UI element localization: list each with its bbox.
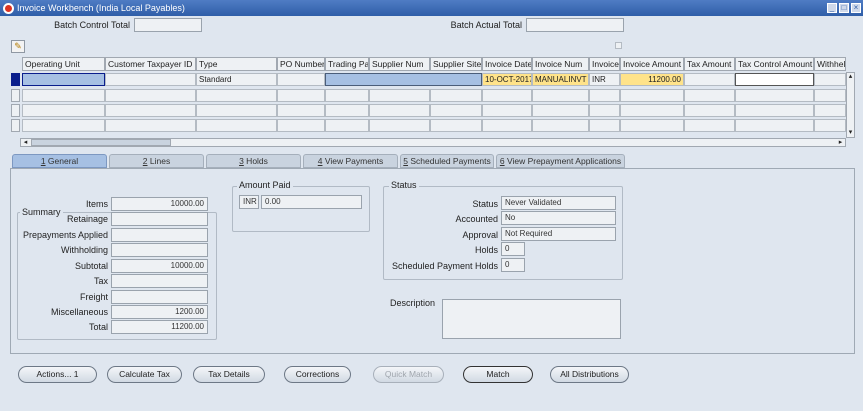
horizontal-scrollbar[interactable]: ◂ ▸ xyxy=(20,138,846,147)
tab-view-prepayment-applications[interactable]: 6 View Prepayment Applications xyxy=(496,154,625,168)
tax-label: Tax xyxy=(93,276,108,286)
col-header-type[interactable]: Type xyxy=(196,57,277,71)
col-header-trading-partner[interactable]: Trading Pa xyxy=(325,57,369,71)
tax-field[interactable] xyxy=(111,274,208,288)
subtotal-label: Subtotal xyxy=(74,261,108,271)
grid-checkbox[interactable] xyxy=(615,42,622,49)
items-field[interactable]: 10000.00 xyxy=(111,197,208,211)
folder-edit-icon[interactable]: ✎ xyxy=(11,40,25,53)
row-indicator[interactable] xyxy=(11,104,20,117)
cell-invoice-currency[interactable]: INR xyxy=(589,73,620,86)
description-label: Description xyxy=(390,298,436,308)
withholding-label: Withholding xyxy=(60,245,108,255)
row-indicator-current[interactable] xyxy=(11,73,20,86)
holds-field[interactable]: 0 xyxy=(501,242,525,256)
tab-holds[interactable]: 3 Holds xyxy=(206,154,301,168)
col-header-supplier-site[interactable]: Supplier Site xyxy=(430,57,482,71)
cell-operating-unit[interactable] xyxy=(22,73,105,86)
miscellaneous-label: Miscellaneous xyxy=(50,307,108,317)
cell-invoice-num[interactable]: MANUALINVT xyxy=(532,73,589,86)
cell-tax-amount[interactable] xyxy=(684,73,735,86)
batch-actual-total-field[interactable] xyxy=(526,18,624,32)
row-indicator[interactable] xyxy=(11,89,20,102)
scheduled-payment-holds-label: Scheduled Payment Holds xyxy=(391,261,498,271)
maximize-icon[interactable]: □ xyxy=(839,3,849,13)
cell-po-number[interactable] xyxy=(277,73,325,86)
tab-general[interactable]: 1 General xyxy=(12,154,107,168)
accounted-field[interactable]: No xyxy=(501,211,616,225)
cell-tax-control-amount[interactable] xyxy=(735,73,814,86)
tab-view-payments[interactable]: 4 View Payments xyxy=(303,154,398,168)
row-indicator[interactable] xyxy=(11,119,20,132)
actions-button[interactable]: Actions... 1 xyxy=(18,366,97,383)
approval-label: Approval xyxy=(462,230,498,240)
amount-paid-currency[interactable]: INR xyxy=(239,195,259,209)
cell-type[interactable]: Standard xyxy=(196,73,277,86)
window-titlebar: Invoice Workbench (India Local Payables)… xyxy=(0,0,863,16)
col-header-po-number[interactable]: PO Number xyxy=(277,57,325,71)
cell-supplier[interactable] xyxy=(325,73,482,86)
cell-customer-taxpayer-id[interactable] xyxy=(105,73,196,86)
miscellaneous-field[interactable]: 1200.00 xyxy=(111,305,208,319)
calculate-tax-button[interactable]: Calculate Tax xyxy=(107,366,182,383)
window-title: Invoice Workbench (India Local Payables) xyxy=(17,3,185,13)
cell-invoice-amount[interactable]: 11200.00 xyxy=(620,73,684,86)
tab-scheduled-payments[interactable]: 5 Scheduled Payments xyxy=(400,154,494,168)
freight-field[interactable] xyxy=(111,290,208,304)
all-distributions-button[interactable]: All Distributions xyxy=(550,366,629,383)
holds-label: Holds xyxy=(474,245,498,255)
prepayments-applied-field[interactable] xyxy=(111,228,208,242)
prepayments-applied-label: Prepayments Applied xyxy=(22,230,108,240)
minimize-icon[interactable]: _ xyxy=(827,3,837,13)
scroll-up-icon[interactable]: ▴ xyxy=(847,73,854,81)
accounted-label: Accounted xyxy=(455,214,498,224)
cell-withholding[interactable] xyxy=(814,73,846,86)
subtotal-field[interactable]: 10000.00 xyxy=(111,259,208,273)
status-label: Status xyxy=(472,199,498,209)
col-header-customer-taxpayer-id[interactable]: Customer Taxpayer ID xyxy=(105,57,196,71)
items-label: Items xyxy=(85,199,108,209)
col-header-supplier-num[interactable]: Supplier Num xyxy=(369,57,430,71)
col-header-invoice-num[interactable]: Invoice Num xyxy=(532,57,589,71)
batch-actual-total-label: Batch Actual Total xyxy=(450,20,522,30)
scroll-down-icon[interactable]: ▾ xyxy=(847,129,854,137)
withholding-field[interactable] xyxy=(111,243,208,257)
total-field[interactable]: 11200.00 xyxy=(111,320,208,334)
scroll-left-icon[interactable]: ◂ xyxy=(21,139,30,146)
description-field[interactable] xyxy=(442,299,621,339)
freight-label: Freight xyxy=(79,292,108,302)
match-button[interactable]: Match xyxy=(463,366,533,383)
tab-lines[interactable]: 2 Lines xyxy=(109,154,204,168)
scroll-thumb[interactable] xyxy=(31,139,171,146)
tax-details-button[interactable]: Tax Details xyxy=(193,366,265,383)
oracle-logo-icon xyxy=(3,2,14,14)
col-header-invoice-amount[interactable]: Invoice Amount xyxy=(620,57,684,71)
col-header-operating-unit[interactable]: Operating Unit xyxy=(22,57,105,71)
close-icon[interactable]: × xyxy=(851,3,861,13)
col-header-tax-amount[interactable]: Tax Amount xyxy=(684,57,735,71)
scroll-right-icon[interactable]: ▸ xyxy=(836,139,845,146)
retainage-field[interactable] xyxy=(111,212,208,226)
col-header-invoice-currency[interactable]: Invoice xyxy=(589,57,620,71)
retainage-label: Retainage xyxy=(66,214,108,224)
amount-paid-title: Amount Paid xyxy=(237,180,293,190)
batch-control-total-label: Batch Control Total xyxy=(54,20,130,30)
vertical-scrollbar[interactable]: ▴ ▾ xyxy=(846,72,855,138)
col-header-invoice-date[interactable]: Invoice Date xyxy=(482,57,532,71)
status-field[interactable]: Never Validated xyxy=(501,196,616,210)
status-title: Status xyxy=(389,180,419,190)
cell-invoice-date[interactable]: 10-OCT-2017 xyxy=(482,73,532,86)
amount-paid-value[interactable]: 0.00 xyxy=(261,195,362,209)
total-label: Total xyxy=(88,322,108,332)
col-header-tax-control-amount[interactable]: Tax Control Amount xyxy=(735,57,814,71)
col-header-withholding[interactable]: Withhel xyxy=(814,57,846,71)
batch-control-total-field[interactable] xyxy=(134,18,202,32)
amount-paid-group xyxy=(232,186,370,232)
scheduled-payment-holds-field[interactable]: 0 xyxy=(501,258,525,272)
quick-match-button[interactable]: Quick Match xyxy=(373,366,444,383)
approval-field[interactable]: Not Required xyxy=(501,227,616,241)
corrections-button[interactable]: Corrections xyxy=(284,366,351,383)
